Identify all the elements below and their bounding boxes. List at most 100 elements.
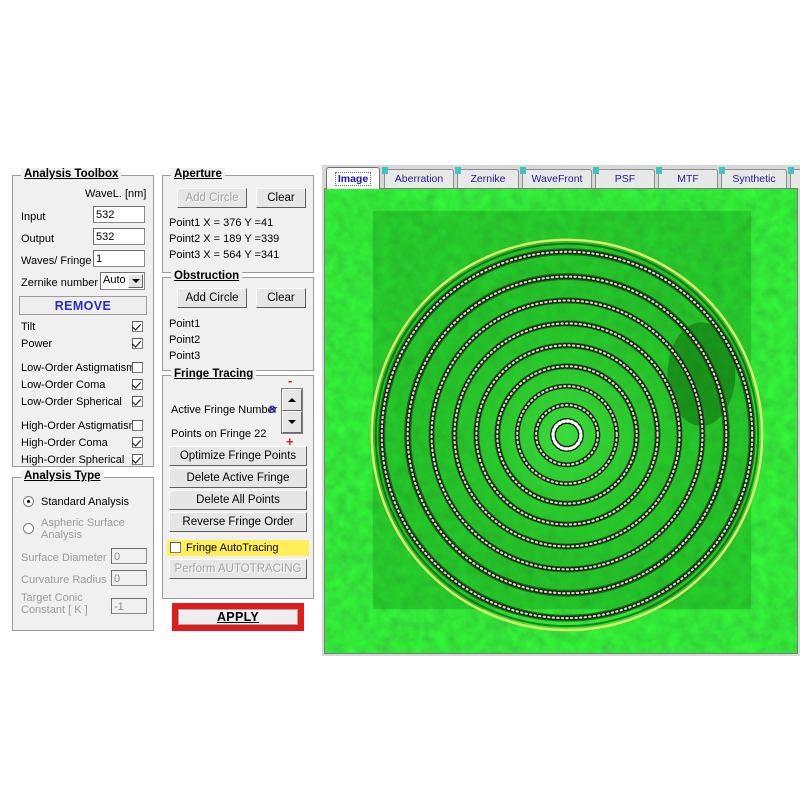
spinner-plus-marker: + xyxy=(286,438,294,446)
term-label-high-order-coma: High-Order Coma xyxy=(21,437,108,449)
aperture-clear-button[interactable]: Clear xyxy=(256,188,306,208)
fringe-tracing-group: Fringe Tracing - + Active Fringe Number … xyxy=(162,375,314,599)
interferogram-image[interactable] xyxy=(325,189,797,653)
aperture-point-1: Point1 X = 376 Y =41 xyxy=(169,217,273,229)
reverse-fringe-order-button[interactable]: Reverse Fringe Order xyxy=(169,512,307,532)
term-label-high-order-astigmatism: High-Order Astigmatism xyxy=(21,420,138,432)
tab-nub-3 xyxy=(520,167,526,174)
term-label-low-order-coma: Low-Order Coma xyxy=(21,379,105,391)
input-wavelength-field[interactable]: 532 xyxy=(93,206,145,223)
chevron-down-icon[interactable] xyxy=(128,274,143,288)
obstruction-point-1: Point1 xyxy=(169,318,200,330)
tab-image[interactable]: Image xyxy=(326,167,380,189)
radio-standard-analysis[interactable] xyxy=(23,496,34,507)
tab-nub-4 xyxy=(593,167,599,174)
analysis-toolbox-group: Analysis Toolbox WaveL. [nm] Input 532 O… xyxy=(12,175,154,467)
points-on-fringe-label: Points on Fringe 22 xyxy=(171,428,266,440)
obstruction-group: Obstruction Add Circle Clear Point1 Poin… xyxy=(162,277,314,371)
waves-per-fringe-field[interactable]: 1 xyxy=(93,250,145,267)
fringe-autotracing-checkbox[interactable] xyxy=(170,542,181,553)
obstruction-point-2: Point2 xyxy=(169,334,200,346)
radio-label-aspheric-surface-analysis: Aspheric Surface Analysis xyxy=(41,517,141,541)
spinner-up-button[interactable] xyxy=(282,389,302,411)
curvature-radius-field[interactable]: 0 xyxy=(111,570,147,586)
apply-button[interactable]: APPLY xyxy=(178,609,298,625)
right-panel: Image Aberration Zernike WaveFront PSF M… xyxy=(322,165,800,656)
delete-active-fringe-button[interactable]: Delete Active Fringe xyxy=(169,468,307,488)
aperture-add-circle-button[interactable]: Add Circle xyxy=(177,188,247,208)
zernike-number-select[interactable]: Auto xyxy=(100,272,145,290)
tab-wavefront[interactable]: WaveFront xyxy=(522,169,592,188)
tab-image-label: Image xyxy=(336,173,370,185)
aperture-point-2: Point2 X = 189 Y =339 xyxy=(169,233,279,245)
spinner-down-button[interactable] xyxy=(282,411,302,433)
term-checkbox-high-order-astigmatism[interactable] xyxy=(132,420,143,431)
term-checkbox-tilt[interactable] xyxy=(132,321,143,332)
term-label-low-order-spherical: Low-Order Spherical xyxy=(21,396,122,408)
aperture-group: Aperture Add Circle Clear Point1 X = 376… xyxy=(162,175,314,273)
perform-autotracing-button[interactable]: Perform AUTOTRACING xyxy=(169,559,307,579)
aperture-title: Aperture xyxy=(171,168,225,180)
tab-psf-label: PSF xyxy=(615,173,635,185)
tab-wavefront-label: WaveFront xyxy=(532,173,583,185)
fringe-autotracing-row[interactable]: Fringe AutoTracing xyxy=(167,540,309,556)
tab-psf[interactable]: PSF xyxy=(595,169,655,188)
active-fringe-number-label: Active Fringe Number xyxy=(171,404,277,416)
output-wavelength-field[interactable]: 532 xyxy=(93,228,145,245)
active-fringe-number-value: 8 xyxy=(269,404,275,416)
tab-nub-7 xyxy=(788,167,794,174)
middle-panel: Aperture Add Circle Clear Point1 X = 376… xyxy=(158,167,318,647)
radio-aspheric-surface-analysis[interactable] xyxy=(23,523,34,534)
tab-synthetic-label: Synthetic xyxy=(732,173,775,185)
tab-synthetic[interactable]: Synthetic xyxy=(721,169,787,188)
delete-all-points-button[interactable]: Delete All Points xyxy=(169,490,307,510)
tab-mtf-label: MTF xyxy=(677,173,699,185)
tab-zernike-label: Zernike xyxy=(470,173,505,185)
waves-per-fringe-label: Waves/ Fringe xyxy=(21,255,92,267)
term-label-power: Power xyxy=(21,338,52,350)
curvature-radius-label: Curvature Radius xyxy=(21,574,107,586)
output-label: Output xyxy=(21,233,54,245)
remove-button[interactable]: REMOVE xyxy=(19,296,147,315)
surface-diameter-label: Surface Diameter xyxy=(21,552,107,564)
tab-nub-1 xyxy=(382,167,388,174)
target-conic-constant-label: Target Conic Constant [ K ] xyxy=(21,592,107,616)
tab-aberration[interactable]: Aberration xyxy=(384,169,454,188)
tab-nub-5 xyxy=(656,167,662,174)
term-checkbox-high-order-coma[interactable] xyxy=(132,437,143,448)
triangle-up-icon xyxy=(288,398,296,402)
tab-zernike[interactable]: Zernike xyxy=(457,169,519,188)
aperture-point-3: Point3 X = 564 Y =341 xyxy=(169,249,279,261)
term-checkbox-high-order-spherical[interactable] xyxy=(132,454,143,465)
bottom-whitespace xyxy=(0,656,800,800)
top-whitespace xyxy=(0,0,800,165)
tab-mtf[interactable]: MTF xyxy=(658,169,718,188)
term-label-low-order-astigmatism: Low-Order Astigmatism xyxy=(21,362,135,374)
term-checkbox-low-order-coma[interactable] xyxy=(132,379,143,390)
zernike-number-value: Auto xyxy=(103,274,126,286)
triangle-down-icon xyxy=(288,420,296,424)
term-checkbox-low-order-spherical[interactable] xyxy=(132,396,143,407)
left-panel: Analysis Toolbox WaveL. [nm] Input 532 O… xyxy=(4,167,154,637)
fringe-autotracing-label: Fringe AutoTracing xyxy=(186,542,279,554)
obstruction-add-circle-button[interactable]: Add Circle xyxy=(177,288,247,308)
term-checkbox-power[interactable] xyxy=(132,338,143,349)
surface-diameter-field[interactable]: 0 xyxy=(111,548,147,564)
analysis-type-group: Analysis Type Standard Analysis Aspheric… xyxy=(12,477,154,631)
obstruction-clear-button[interactable]: Clear xyxy=(256,288,306,308)
interferogram-image-frame[interactable] xyxy=(324,188,798,654)
wavelength-header: WaveL. [nm] xyxy=(85,188,146,200)
input-label: Input xyxy=(21,211,45,223)
tab-nub-6 xyxy=(719,167,725,174)
optimize-fringe-points-button[interactable]: Optimize Fringe Points xyxy=(169,446,307,466)
radio-label-standard-analysis: Standard Analysis xyxy=(41,496,129,508)
active-fringe-spinner[interactable] xyxy=(281,388,303,434)
term-label-high-order-spherical: High-Order Spherical xyxy=(21,454,124,466)
spinner-minus-marker: - xyxy=(288,378,292,384)
target-conic-constant-field[interactable]: -1 xyxy=(111,598,147,614)
term-checkbox-low-order-astigmatism[interactable] xyxy=(132,362,143,373)
analysis-toolbox-title: Analysis Toolbox xyxy=(21,168,121,180)
apply-highlight-frame: APPLY xyxy=(172,603,304,631)
tab-nub-2 xyxy=(455,167,461,174)
term-label-tilt: Tilt xyxy=(21,321,35,333)
